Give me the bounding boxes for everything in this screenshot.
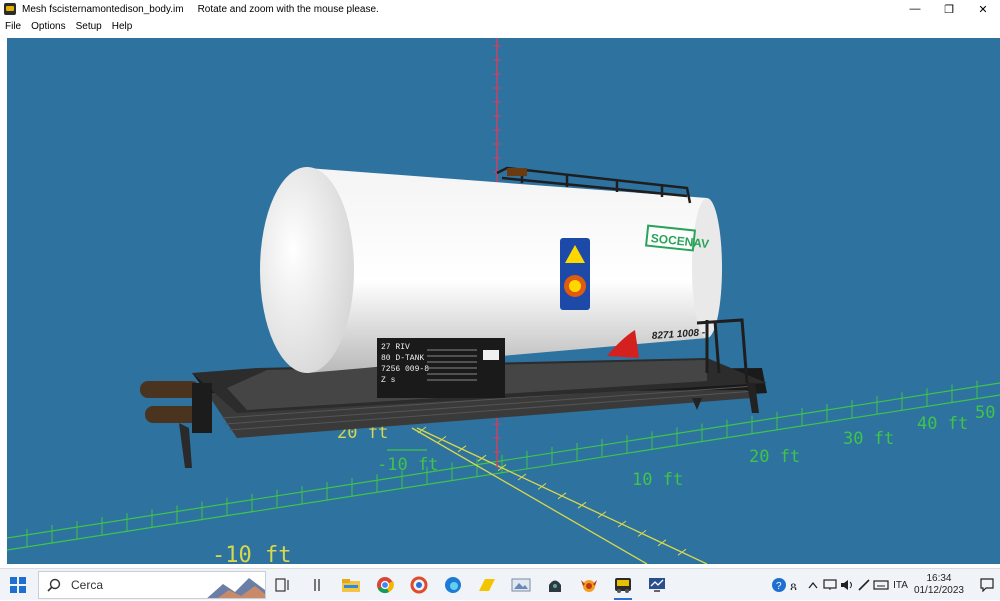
car-number: 8271 1008 -: [651, 327, 706, 342]
z-label-neg-10: -10 ft: [212, 543, 291, 564]
window-hint: Rotate and zoom with the mouse please.: [197, 3, 379, 15]
taskbar-app-file-explorer[interactable]: [334, 569, 368, 601]
restore-button[interactable]: ❐: [932, 0, 966, 18]
taskbar-app-dark[interactable]: [538, 569, 572, 601]
info-plate: 27 RIV 80 D-TANK 7256 009-8 Z s: [377, 338, 505, 398]
search-placeholder: Cerca: [71, 577, 104, 592]
plate-line-3: 7256 009-8: [381, 365, 429, 374]
plate-line-1: 27 RIV: [381, 343, 410, 352]
taskbar-app-edge[interactable]: [436, 569, 470, 601]
taskbar-app-viewer[interactable]: [504, 569, 538, 601]
menu-file[interactable]: File: [0, 21, 26, 32]
title-bar[interactable]: Mesh fscisternamontedison_body.im Rotate…: [0, 0, 1000, 18]
start-button[interactable]: [0, 569, 36, 601]
tank-end-cap: [260, 167, 354, 373]
close-button[interactable]: ✕: [966, 0, 1000, 18]
keyboard-icon[interactable]: [872, 569, 889, 601]
yellow-app-icon: [479, 578, 495, 591]
search-highlight-image: [207, 577, 265, 598]
x-label-20: 20 ft: [749, 447, 800, 467]
3d-viewport[interactable]: 10 ft 20 ft 30 ft 40 ft 50 -10 ft 20 ft …: [7, 38, 1000, 564]
clock-time: 16:34: [926, 573, 952, 584]
menu-bar: File Options Setup Help: [0, 18, 1000, 34]
menu-setup[interactable]: Setup: [71, 21, 107, 32]
taskbar-app-game[interactable]: [572, 569, 606, 601]
taskbar-app-red[interactable]: [402, 569, 436, 601]
buffer-upper: [140, 381, 200, 398]
image-viewer-icon: [511, 578, 531, 591]
z-axis: [411, 427, 708, 564]
train-app-icon: [4, 3, 16, 15]
red-app-icon: [410, 576, 428, 593]
taskbar-app-chrome[interactable]: [368, 569, 402, 601]
buffer-beam: [192, 383, 212, 433]
user-icon[interactable]: ጸ: [787, 569, 804, 601]
hazard-plate: [560, 238, 590, 310]
svg-text:?: ?: [776, 581, 782, 592]
tank-car-model[interactable]: SOCENAV 8271 1008 - 27 RIV 80 D-TANK 725…: [140, 166, 767, 468]
menu-options[interactable]: Options: [26, 21, 70, 32]
pen-icon[interactable]: [855, 569, 872, 601]
tank-far-cap: [692, 198, 722, 338]
search-box[interactable]: Cerca: [38, 570, 266, 599]
language-indicator[interactable]: ITA: [893, 580, 908, 591]
taskbar-app-train-mesh[interactable]: [606, 569, 640, 601]
x-label-10: 10 ft: [632, 470, 683, 490]
taskbar-app-yellow[interactable]: [470, 569, 504, 601]
svg-text:ጸ: ጸ: [790, 579, 797, 592]
window-title: Mesh fscisternamontedison_body.im: [22, 3, 184, 15]
taskbar: Cerca ? ጸ ITA 16:34 01/12/2023: [0, 568, 1000, 600]
game-icon: [581, 579, 597, 592]
clock[interactable]: 16:34 01/12/2023: [914, 573, 964, 597]
windows-icon: [10, 576, 26, 593]
help-icon[interactable]: ?: [770, 569, 787, 601]
chrome-icon: [377, 576, 394, 593]
notification-icon[interactable]: [974, 569, 1000, 601]
edge-icon: [445, 576, 461, 593]
task-view-icon: [275, 577, 289, 592]
x-label-30: 30 ft: [843, 429, 894, 449]
monitor-app-icon: [649, 577, 665, 592]
chevron-up-icon[interactable]: [804, 569, 821, 601]
scene-canvas[interactable]: 10 ft 20 ft 30 ft 40 ft 50 -10 ft 20 ft …: [7, 38, 1000, 564]
display-icon[interactable]: [821, 569, 838, 601]
taskbar-app-monitor[interactable]: [640, 569, 674, 601]
system-tray: ? ጸ ITA 16:34 01/12/2023: [770, 569, 1000, 601]
widgets-button[interactable]: [300, 569, 334, 601]
dark-app-icon: [549, 580, 561, 592]
x-label-50: 50: [975, 403, 995, 423]
dome-hatch: [507, 168, 527, 176]
folder-icon: [342, 578, 360, 592]
plate-line-2: 80 D-TANK: [381, 354, 424, 363]
window-controls: — ❐ ✕: [898, 0, 1000, 18]
x-label-40: 40 ft: [917, 414, 968, 434]
minimize-button[interactable]: —: [898, 0, 932, 18]
train-app-icon: [615, 577, 631, 593]
task-view-button[interactable]: [266, 569, 300, 601]
menu-help[interactable]: Help: [107, 21, 138, 32]
x-label-neg-10: -10 ft: [377, 455, 438, 475]
plate-line-4: Z s: [381, 376, 396, 385]
widgets-icon: [314, 578, 320, 591]
volume-icon[interactable]: [838, 569, 855, 601]
app-window: Mesh fscisternamontedison_body.im Rotate…: [0, 0, 1000, 568]
search-icon: [47, 578, 61, 592]
front-step: [179, 423, 192, 468]
clock-date: 01/12/2023: [913, 585, 964, 596]
